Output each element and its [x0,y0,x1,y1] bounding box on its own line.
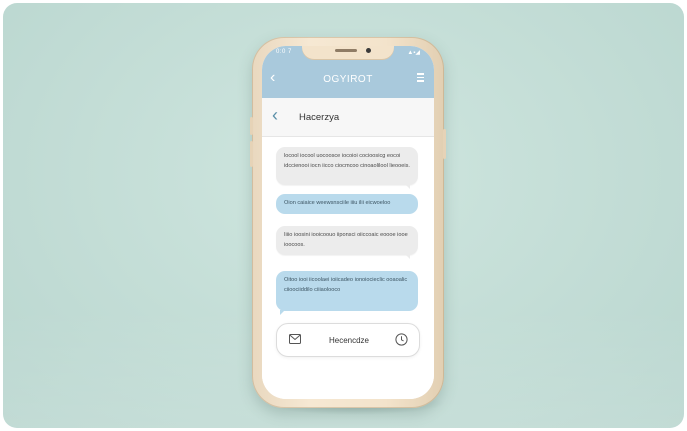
message-text: Oion caiaice weewsnsciile iiiu ilii eicw… [284,200,391,206]
speaker-grille [335,49,357,52]
bubble-tail [280,310,285,315]
chevron-left-icon[interactable]: ‹ [272,106,278,124]
clock-icon[interactable] [395,333,408,346]
conversation-title: Hacerzya [299,112,340,123]
phone-device: 0:0 7 ▲▪◢ ‹ OGYIROT ‹ Hacerzya locool io… [250,37,446,408]
message-text: Oitoo iooi iicoolaei ioiicadeo ionoiocie… [284,277,408,293]
phone-power-button [443,129,446,159]
message-bubble-incoming: Iiiio ioosini iooicoouo iiponsci oiiccoa… [276,226,418,259]
background-scene: 0:0 7 ▲▪◢ ‹ OGYIROT ‹ Hacerzya locool io… [3,3,684,428]
status-icons: ▲▪◢ [407,50,420,56]
front-camera [366,48,371,53]
phone-notch [302,46,394,60]
message-text: locool iocool uocoosce iocoioi cocioosic… [284,153,410,169]
screen-bottom-area [262,364,434,399]
phone-side-button [250,117,253,135]
message-text: Iiiio ioosini iooicoouo iiponsci oiiccoa… [284,232,408,248]
message-bubble-incoming: locool iocool uocoosce iocoioi cocioosic… [276,147,418,189]
app-bar: 0:0 7 ▲▪◢ ‹ OGYIROT [262,46,434,98]
hamburger-menu-icon[interactable] [417,73,424,84]
phone-screen: 0:0 7 ▲▪◢ ‹ OGYIROT ‹ Hacerzya locool io… [262,46,434,399]
app-title: OGYIROT [323,74,373,85]
conversation-header: ‹ Hacerzya [262,98,434,137]
message-bubble-outgoing: Oitoo iooi iicoolaei ioiicadeo ionoiocie… [276,271,418,315]
bubble-tail [405,254,410,259]
compose-bar[interactable]: Hecencdze [276,323,420,357]
bubble-tail [405,184,410,189]
phone-side-button [250,141,253,167]
message-bubble-outgoing: Oion caiaice weewsnsciile iiiu ilii eicw… [276,194,418,214]
status-time: 0:0 7 [276,49,292,55]
